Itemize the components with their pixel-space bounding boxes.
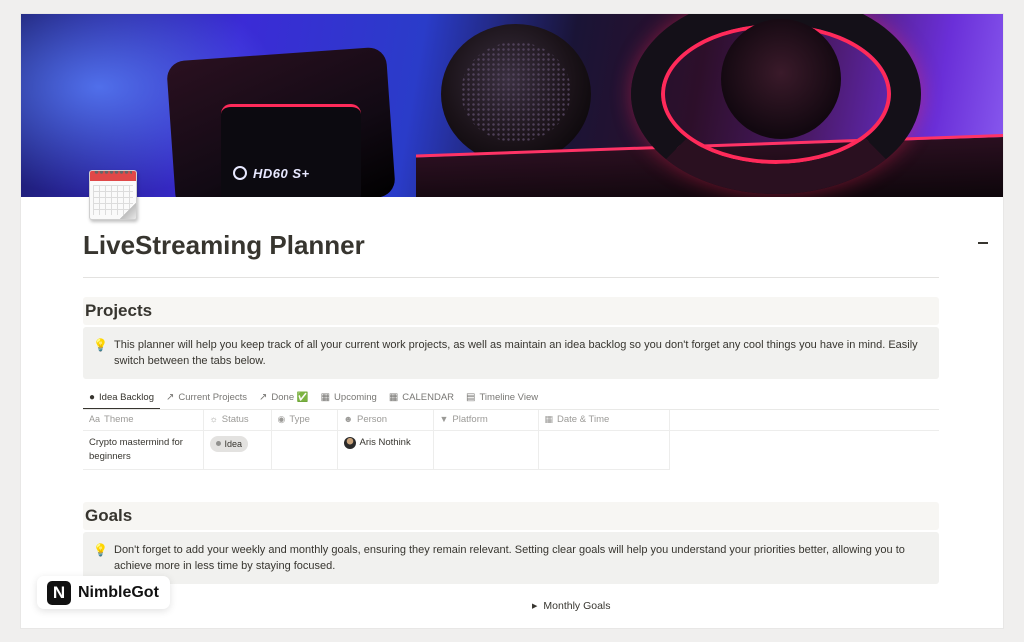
calendar-icon: ▦ xyxy=(544,414,554,425)
projects-heading: Projects xyxy=(83,297,939,325)
arrow-up-right-icon: ↗ xyxy=(259,391,268,403)
status-badge: Idea xyxy=(209,435,249,452)
column-header-type[interactable]: ◉ Type xyxy=(271,410,338,431)
table-row[interactable]: Crypto mastermind for beginners Idea Ari… xyxy=(83,430,939,470)
idea-backlog-table: Aa Theme ☼ Status ◉ Type ☻ Person ▼ Platform … xyxy=(83,410,939,470)
table-header-row: Aa Theme ☼ Status ◉ Type ☻ Person ▼ Platform … xyxy=(83,410,939,431)
cover-headphone-cup xyxy=(721,19,841,139)
tab-upcoming[interactable]: ▦ Upcoming xyxy=(315,386,383,408)
cell-empty xyxy=(669,430,939,469)
lightbulb-icon: 💡 xyxy=(93,338,108,352)
tab-current-projects[interactable]: ↗ Current Projects xyxy=(160,386,253,408)
bulb-icon: ● xyxy=(89,391,96,403)
goals-callout: 💡 Don't forget to add your weekly and mo… xyxy=(83,532,939,584)
collapse-icon[interactable] xyxy=(977,236,989,248)
monthly-goals-toggle[interactable]: ▶ Monthly Goals xyxy=(532,600,611,612)
column-header-status[interactable]: ☼ Status xyxy=(203,410,272,431)
cell-type[interactable] xyxy=(271,430,338,470)
cover-microphone-grill xyxy=(461,42,571,142)
select-icon: ▼ xyxy=(439,414,449,425)
cell-status[interactable]: Idea xyxy=(203,430,272,470)
cell-theme[interactable]: Crypto mastermind for beginners xyxy=(83,430,204,470)
avatar xyxy=(343,436,356,449)
people-icon: ☻ xyxy=(343,414,353,425)
arrow-up-right-icon: ↗ xyxy=(165,391,175,403)
cell-person[interactable]: Aris Nothink xyxy=(337,430,434,470)
cell-platform[interactable] xyxy=(433,430,539,470)
nimblegot-logo-icon: N xyxy=(47,580,71,605)
multi-select-icon: ◉ xyxy=(277,414,286,425)
cover-brand-text: HD60 S+ xyxy=(233,166,310,181)
column-header-empty xyxy=(669,410,939,431)
projects-callout-text: This planner will help you keep track of… xyxy=(114,339,918,367)
calendar-icon[interactable] xyxy=(85,166,141,224)
nimblegot-watermark: N NimbleGot xyxy=(37,576,170,609)
tab-idea-backlog[interactable]: ● Idea Backlog xyxy=(83,386,160,410)
tab-timeline-view[interactable]: ▤ Timeline View xyxy=(460,386,544,408)
cell-date-time[interactable] xyxy=(538,430,670,470)
column-header-theme[interactable]: Aa Theme xyxy=(83,410,204,431)
database-view-tabs: ● Idea Backlog ↗ Current Projects ↗ Done… xyxy=(83,386,544,410)
cover-capture-box xyxy=(221,104,361,197)
tab-done[interactable]: ↗ Done ✅ xyxy=(253,386,315,408)
status-icon: ☼ xyxy=(209,414,218,425)
goals-heading: Goals xyxy=(83,502,939,530)
column-header-platform[interactable]: ▼ Platform xyxy=(433,410,539,431)
calendar-icon: ▦ xyxy=(320,391,331,403)
notion-page: HD60 S+ LiveStreaming Planner Projects 💡… xyxy=(21,14,1003,628)
title-divider xyxy=(83,277,939,278)
watermark-name: NimbleGot xyxy=(78,583,159,601)
tab-calendar[interactable]: ▦ CALENDAR xyxy=(383,386,460,408)
column-header-person[interactable]: ☻ Person xyxy=(337,410,434,431)
column-header-date-time[interactable]: ▦ Date & Time xyxy=(538,410,670,431)
page-title: LiveStreaming Planner xyxy=(83,230,365,260)
goals-callout-text: Don't forget to add your weekly and mont… xyxy=(114,544,905,572)
timeline-icon: ▤ xyxy=(466,391,476,403)
page-cover-image[interactable]: HD60 S+ xyxy=(21,14,1003,197)
calendar-icon: ▦ xyxy=(388,391,399,403)
lightbulb-icon: 💡 xyxy=(93,543,108,557)
toggle-triangle-icon: ▶ xyxy=(532,603,538,610)
text-icon: Aa xyxy=(89,414,101,425)
projects-callout: 💡 This planner will help you keep track … xyxy=(83,327,939,379)
